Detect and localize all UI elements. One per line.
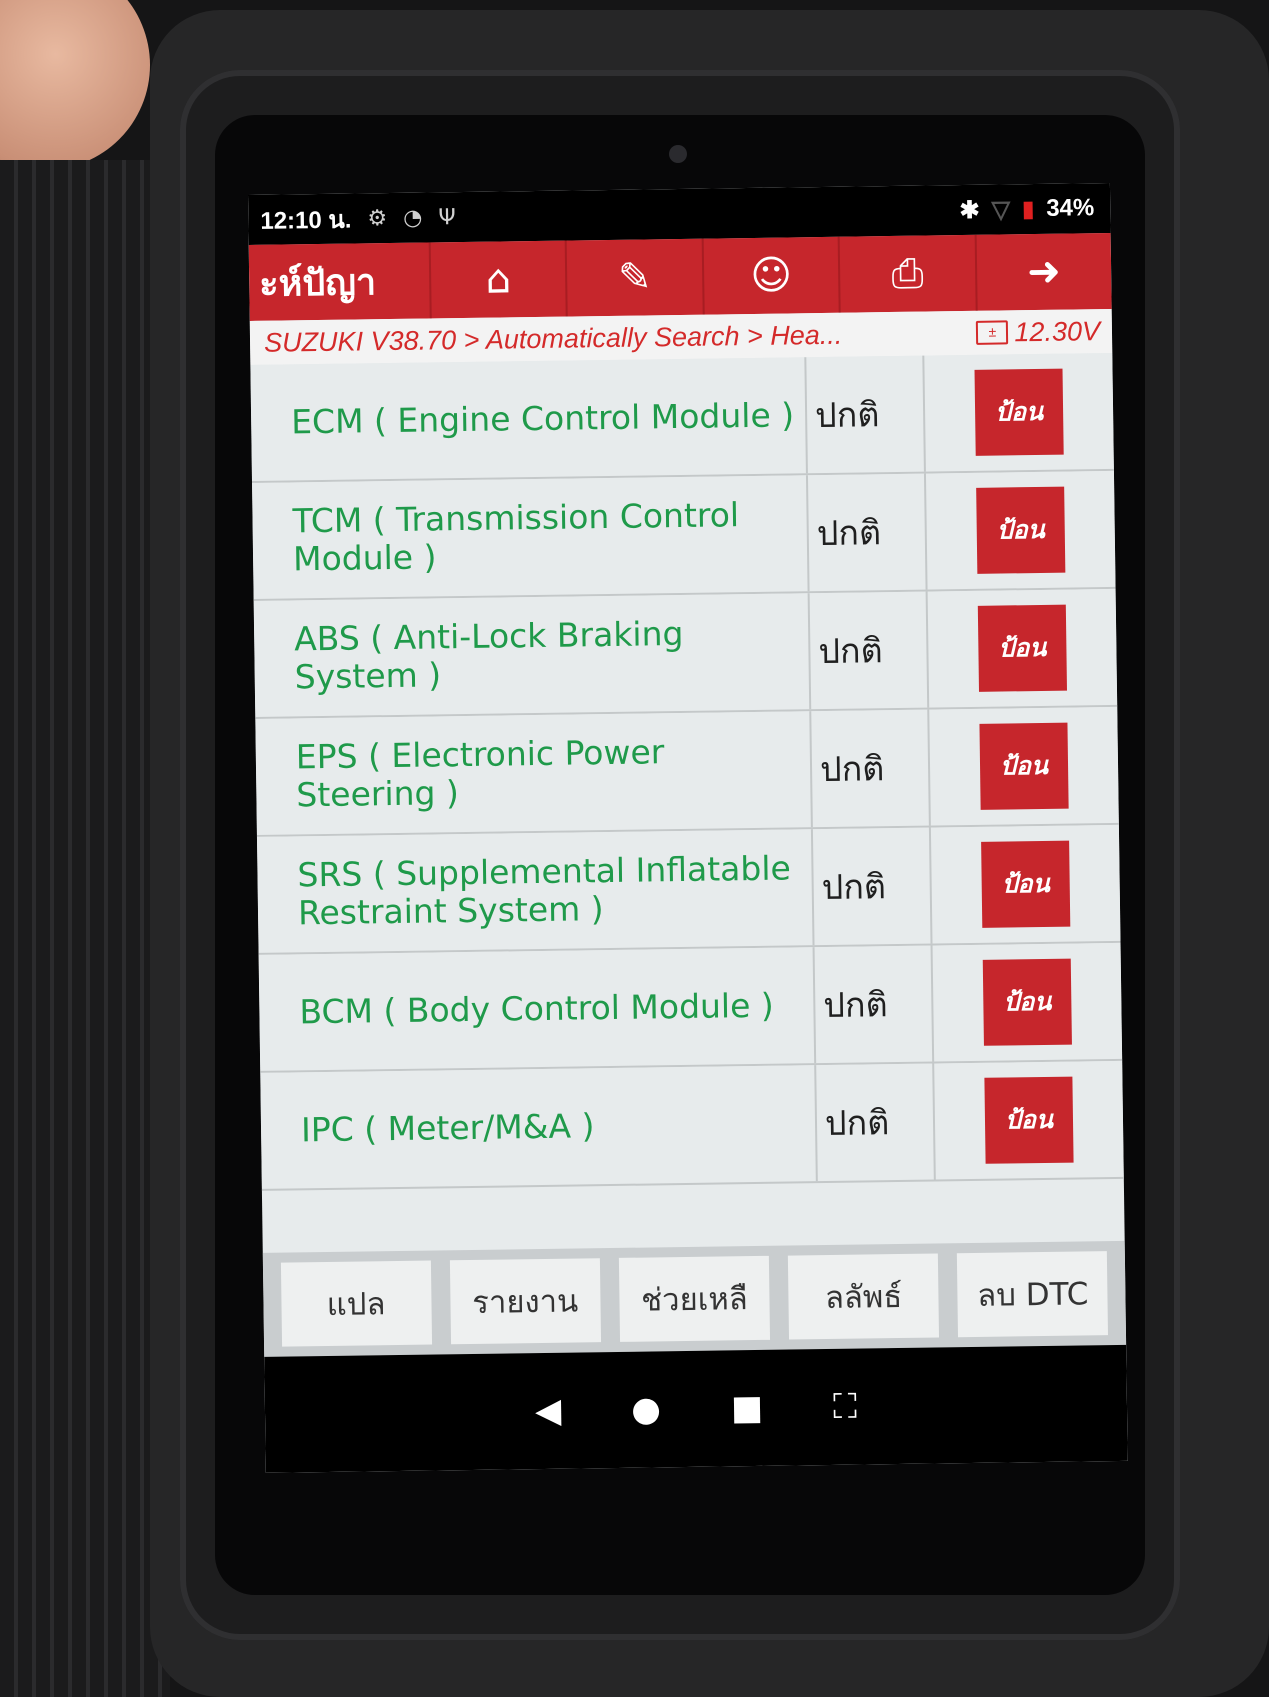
module-status: ปกติ xyxy=(811,709,931,828)
print-button[interactable]: ⎙ xyxy=(837,234,976,313)
exit-button[interactable]: ➜ xyxy=(974,232,1112,311)
battery-percent: 34% xyxy=(1046,194,1095,222)
module-status: ปกติ xyxy=(812,827,933,946)
enter-module-button[interactable]: ป้อน xyxy=(981,840,1071,928)
screenshot-icon[interactable]: ⛶ xyxy=(833,1387,857,1427)
bottom-action-bar: แปล รายงาน ช่วยเหลื ลลัพธ์ ลบ DTC xyxy=(262,1240,1127,1357)
enter-module-button[interactable]: ป้อน xyxy=(976,486,1066,574)
translate-button[interactable]: แปล xyxy=(280,1260,432,1347)
device-screen: 12:10 น. ⚙ ◔ Ψ ✱ ▽ ▮ 34% ะห์ปัญา ⌂ ✎ ☺ ⎙… xyxy=(248,182,1128,1473)
edit-report-button[interactable]: ✎ xyxy=(565,238,703,317)
module-name: IPC ( Meter/M&A ) xyxy=(260,1065,818,1189)
vent-grill xyxy=(0,160,170,1697)
bluetooth-icon: ✱ xyxy=(959,196,980,224)
remote-support-button[interactable]: ☺ xyxy=(701,236,839,315)
module-status: ปกติ xyxy=(816,1063,936,1182)
results-button[interactable]: ลลัพธ์ xyxy=(788,1253,940,1340)
top-toolbar: ะห์ปัญา ⌂ ✎ ☺ ⎙ ➜ xyxy=(248,232,1112,321)
enter-module-button[interactable]: ป้อน xyxy=(974,368,1064,456)
module-row: BCM ( Body Control Module ) ปกติ ป้อน xyxy=(258,942,1123,1073)
help-button[interactable]: ช่วยเหลื xyxy=(618,1255,771,1342)
status-time: 12:10 น. xyxy=(260,206,352,235)
voltage-value: 12.30V xyxy=(1014,315,1101,347)
module-status: ปกติ xyxy=(814,945,935,1064)
module-status: ปกติ xyxy=(809,591,930,710)
module-name: BCM ( Body Control Module ) xyxy=(258,947,817,1071)
front-camera xyxy=(669,145,687,163)
recents-icon[interactable]: ■ xyxy=(731,1388,764,1428)
module-list: ECM ( Engine Control Module ) ปกติ ป้อน … xyxy=(250,352,1124,1191)
usb-icon: Ψ xyxy=(438,204,456,230)
home-nav-icon[interactable]: ● xyxy=(631,1389,661,1429)
app-title: ะห์ปัญา xyxy=(258,261,377,305)
module-name: TCM ( Transmission Control Module ) xyxy=(252,475,810,599)
breadcrumb-path: SUZUKI V38.70 > Automatically Search > H… xyxy=(263,319,843,358)
module-name: SRS ( Supplemental Inflatable Restraint … xyxy=(256,829,815,953)
enter-module-button[interactable]: ป้อน xyxy=(984,1076,1074,1164)
clear-dtc-button[interactable]: ลบ DTC xyxy=(957,1251,1109,1338)
finger xyxy=(0,0,150,170)
module-name: EPS ( Electronic Power Steering ) xyxy=(255,711,813,835)
battery-voltage: ± 12.30V xyxy=(976,316,1100,349)
wifi-icon: ◔ xyxy=(403,205,423,231)
module-name: ECM ( Engine Control Module ) xyxy=(250,357,808,481)
module-row: IPC ( Meter/M&A ) ปกติ ป้อน xyxy=(260,1060,1124,1191)
remote-support-icon: ☺ xyxy=(750,252,793,299)
module-row: ECM ( Engine Control Module ) ปกติ ป้อน xyxy=(250,352,1114,483)
module-status: ปกติ xyxy=(806,355,926,474)
print-icon: ⎙ xyxy=(891,250,924,298)
exit-icon: ➜ xyxy=(1026,248,1062,296)
enter-module-button[interactable]: ป้อน xyxy=(982,958,1072,1046)
report-button[interactable]: รายงาน xyxy=(449,1258,601,1345)
module-row: EPS ( Electronic Power Steering ) ปกติ ป… xyxy=(255,706,1119,837)
module-row: ABS ( Anti-Lock Braking System ) ปกติ ป้… xyxy=(253,588,1118,719)
signal-icon: ▽ xyxy=(991,195,1011,224)
car-battery-icon: ± xyxy=(976,320,1009,345)
module-row: SRS ( Supplemental Inflatable Restraint … xyxy=(256,824,1121,955)
enter-module-button[interactable]: ป้อน xyxy=(977,604,1067,692)
module-row: TCM ( Transmission Control Module ) ปกติ… xyxy=(252,470,1116,601)
module-status: ปกติ xyxy=(807,473,928,592)
edit-report-icon: ✎ xyxy=(617,254,652,301)
home-button[interactable]: ⌂ xyxy=(428,240,567,319)
home-icon: ⌂ xyxy=(485,256,512,303)
module-name: ABS ( Anti-Lock Braking System ) xyxy=(253,593,812,717)
back-icon[interactable]: ◀ xyxy=(535,1391,562,1431)
battery-icon: ▮ xyxy=(1021,196,1035,222)
enter-module-button[interactable]: ป้อน xyxy=(979,722,1069,810)
android-nav-bar: ◀ ● ■ ⛶ xyxy=(264,1344,1128,1473)
settings-gear-icon: ⚙ xyxy=(367,205,388,231)
